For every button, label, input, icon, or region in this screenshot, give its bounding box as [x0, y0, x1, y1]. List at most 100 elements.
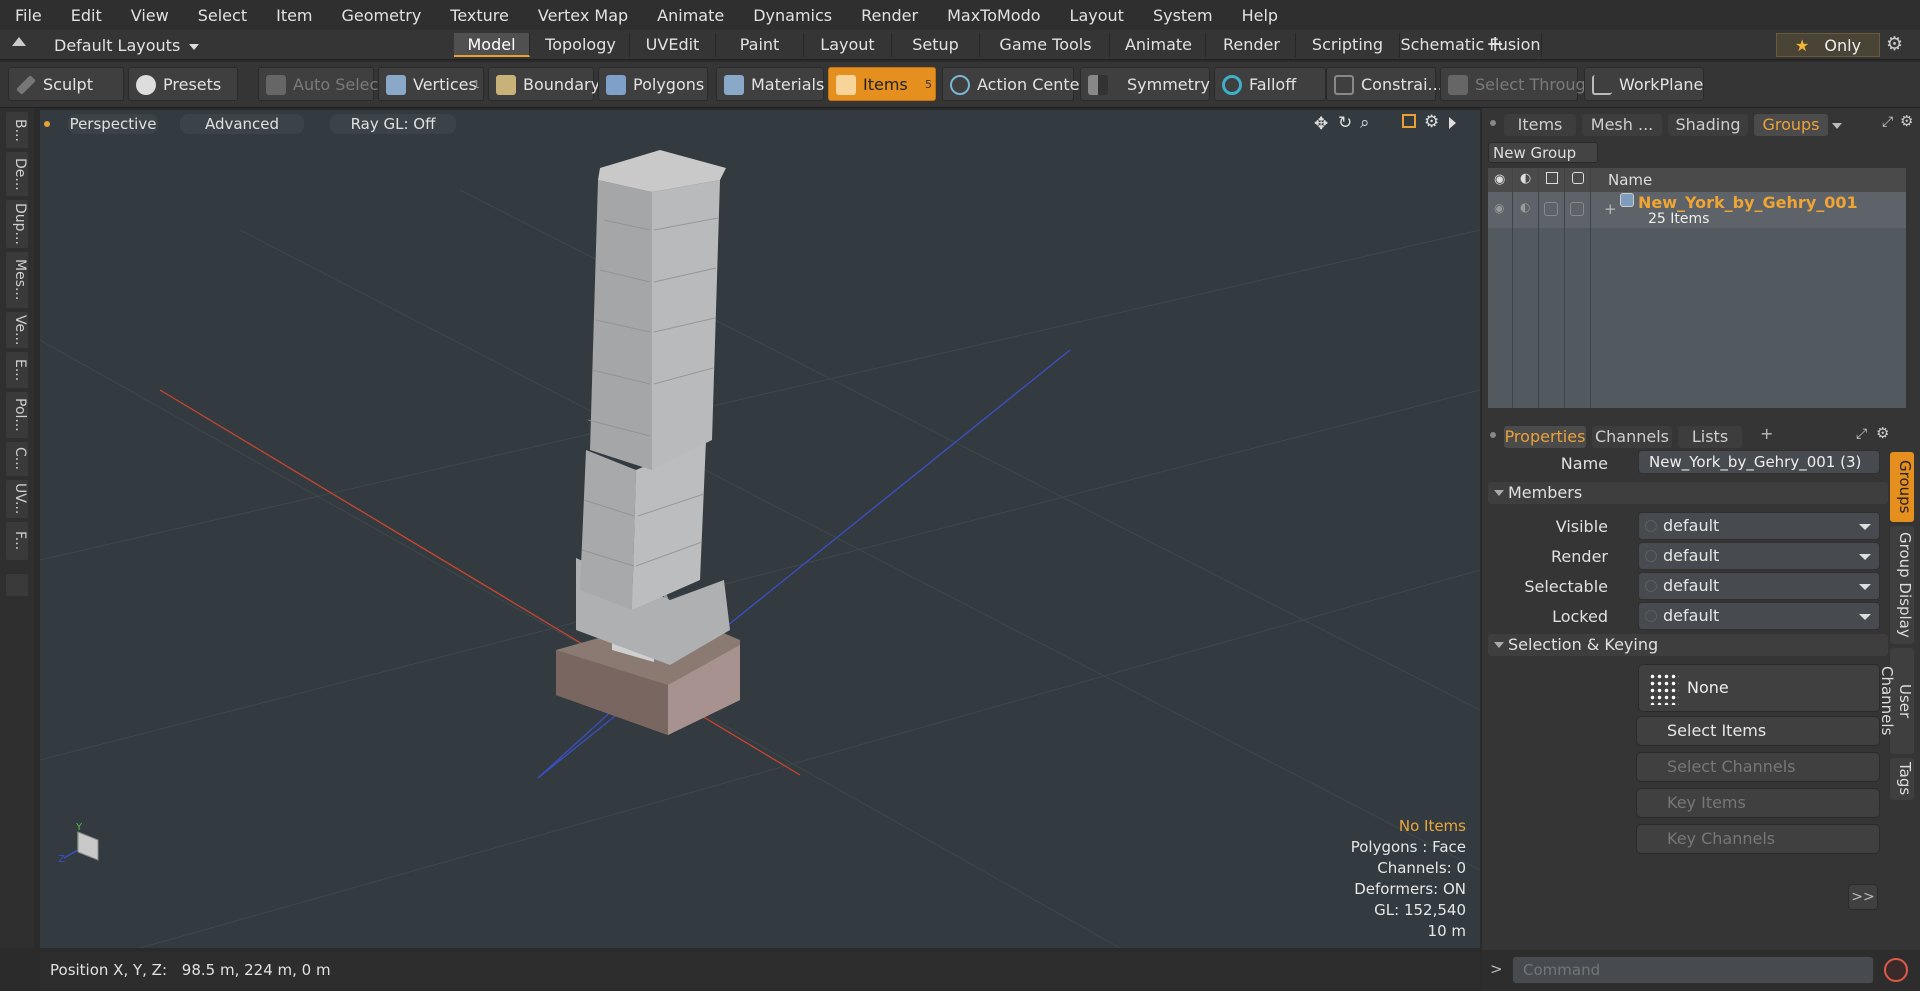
record-icon[interactable] [1884, 958, 1908, 982]
menu-maxtomodo[interactable]: MaxToModo [932, 6, 1054, 25]
tab-lists[interactable]: Lists [1678, 426, 1742, 448]
row-eye-icon[interactable]: ◉ [1494, 201, 1504, 215]
polygons-button[interactable]: Polygons [598, 67, 708, 101]
render-dropdown[interactable]: default [1638, 542, 1880, 570]
side-tab-user-channels[interactable]: User Channels [1878, 648, 1914, 754]
menu-file[interactable]: File [0, 6, 56, 25]
menu-layout[interactable]: Layout [1055, 6, 1138, 25]
groups-list[interactable]: ◉ ◐ Name ◉ ◐ + New_York_by_Gehry_001 25 … [1488, 168, 1906, 408]
visible-dropdown[interactable]: default [1638, 512, 1880, 540]
menu-dynamics[interactable]: Dynamics [738, 6, 846, 25]
select-channels-button[interactable]: Select Channels [1636, 752, 1880, 782]
name-field[interactable]: New_York_by_Gehry_001 (3) [1638, 450, 1880, 474]
expand-plus-icon[interactable]: + [1604, 200, 1617, 218]
selectable-dropdown[interactable]: default [1638, 572, 1880, 600]
group-row[interactable]: ◉ ◐ + New_York_by_Gehry_001 25 Items [1488, 192, 1906, 228]
selection-keying-section[interactable]: Selection & Keying [1488, 634, 1888, 656]
ground-grid [40, 189, 1480, 948]
menu-geometry[interactable]: Geometry [327, 6, 436, 25]
tab-channels[interactable]: Channels [1592, 426, 1672, 448]
add-tab-icon[interactable]: + [1760, 424, 1773, 443]
name-column-header: Name [1608, 171, 1653, 189]
side-tab-tags[interactable]: Tags [1890, 758, 1914, 800]
menu-render[interactable]: Render [846, 6, 932, 25]
side-tab-groups[interactable]: Groups [1890, 452, 1914, 522]
sculpt-button[interactable]: Sculpt [8, 67, 124, 101]
tab-menu-chevron-icon[interactable] [1832, 123, 1842, 129]
group-icon [1620, 193, 1634, 207]
boundary-button[interactable]: Boundary [488, 67, 600, 101]
menu-vertex-map[interactable]: Vertex Map [523, 6, 642, 25]
tab-properties[interactable]: Properties [1504, 426, 1586, 448]
left-tab-7[interactable]: Pol... [6, 392, 28, 438]
left-tab-3[interactable]: Dup... [6, 200, 28, 248]
3d-viewport[interactable]: Perspective Advanced Ray GL: Off ✥ ↻ ⌕ ⚙ [40, 110, 1480, 948]
action-center-button[interactable]: Action Center [942, 67, 1086, 101]
items-button[interactable]: Items 5 [828, 67, 936, 101]
tab-items[interactable]: Items [1504, 114, 1576, 136]
layout-selector[interactable]: Default Layouts [54, 35, 200, 57]
left-tab-2[interactable]: De... [6, 152, 28, 196]
new-group-button[interactable]: New Group [1488, 142, 1598, 163]
left-tab-9[interactable]: UV... [6, 480, 28, 518]
side-tab-group-display[interactable]: Group Display [1890, 526, 1914, 644]
tab-topology[interactable]: Topology [532, 33, 630, 57]
collapse-icon[interactable] [12, 37, 26, 46]
tab-groups[interactable]: Groups [1754, 114, 1828, 136]
key-channels-button[interactable]: Key Channels [1636, 824, 1880, 854]
menu-texture[interactable]: Texture [435, 6, 523, 25]
left-tab-extra[interactable] [6, 574, 28, 596]
more-button[interactable]: >> [1848, 884, 1878, 910]
falloff-button[interactable]: Falloff [1214, 67, 1326, 101]
select-through-button[interactable]: Select Through [1440, 67, 1596, 101]
menu-animate[interactable]: Animate [642, 6, 738, 25]
menu-system[interactable]: System [1138, 6, 1227, 25]
menu-select[interactable]: Select [183, 6, 261, 25]
left-tab-8[interactable]: C... [6, 442, 28, 476]
tab-game-tools[interactable]: Game Tools [982, 33, 1110, 57]
panel-expand-icon[interactable]: ⤢ [1882, 114, 1893, 130]
panel-gear-icon[interactable]: ⚙ [1876, 424, 1889, 442]
tab-paint[interactable]: Paint [716, 33, 804, 57]
constraints-button[interactable]: Constrai... [1326, 67, 1443, 101]
menu-view[interactable]: View [116, 6, 183, 25]
workplane-button[interactable]: WorkPlane [1584, 67, 1704, 101]
menu-edit[interactable]: Edit [56, 6, 116, 25]
left-tab-4[interactable]: Mes... [6, 252, 28, 308]
row-render-icon[interactable]: ◐ [1520, 200, 1530, 214]
right-panel: Items Mesh ... Shading Groups ⤢ ⚙ New Gr… [1482, 108, 1920, 991]
vertices-button[interactable]: Vertices 1 [378, 67, 484, 101]
key-items-button[interactable]: Key Items [1636, 788, 1880, 818]
left-tab-5[interactable]: Ve... [6, 312, 28, 348]
tab-scripting[interactable]: Scripting [1296, 33, 1400, 57]
materials-button[interactable]: Materials [716, 67, 824, 101]
select-items-button[interactable]: Select Items [1636, 716, 1880, 746]
panel-expand-icon[interactable]: ⤢ [1856, 426, 1867, 442]
tab-uvedit[interactable]: UVEdit [630, 33, 716, 57]
tab-schematic-fusion[interactable]: Schematic Fusion [1400, 33, 1542, 57]
panel-gear-icon[interactable]: ⚙ [1900, 112, 1913, 130]
none-selector[interactable]: None [1638, 664, 1880, 712]
tab-animate[interactable]: Animate [1112, 33, 1206, 57]
locked-dropdown[interactable]: default [1638, 602, 1880, 630]
tab-shading[interactable]: Shading [1668, 114, 1748, 136]
left-tab-1[interactable]: B... [6, 112, 28, 148]
tab-render[interactable]: Render [1208, 33, 1296, 57]
auto-select-button[interactable]: Auto Select [258, 67, 385, 101]
left-tab-10[interactable]: F... [6, 522, 28, 560]
tab-model[interactable]: Model [454, 33, 530, 57]
tab-mesh[interactable]: Mesh ... [1582, 114, 1662, 136]
row-lock-icon[interactable] [1570, 202, 1584, 216]
tab-layout[interactable]: Layout [804, 33, 892, 57]
presets-button[interactable]: Presets [128, 67, 238, 101]
menu-help[interactable]: Help [1227, 6, 1292, 25]
gear-icon[interactable]: ⚙ [1886, 33, 1903, 55]
symmetry-button[interactable]: Symmetry [1080, 67, 1210, 101]
tab-setup[interactable]: Setup [892, 33, 980, 57]
command-input[interactable] [1512, 956, 1874, 984]
menu-item[interactable]: Item [261, 6, 326, 25]
only-toggle[interactable]: ★ Only [1776, 33, 1880, 57]
left-tab-6[interactable]: E... [6, 352, 28, 388]
members-section[interactable]: Members [1488, 482, 1888, 504]
row-selectable-icon[interactable] [1544, 202, 1558, 216]
